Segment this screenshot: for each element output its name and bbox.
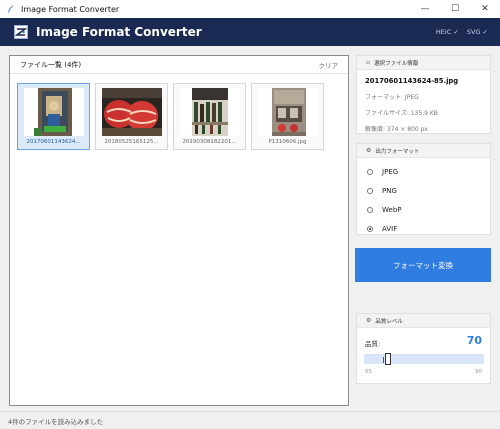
selected-file-info-title: 選択ファイル情報 — [374, 60, 419, 67]
output-format-card: ⚙ 出力フォーマット JPEG PNG WebP AVIF — [356, 143, 491, 235]
quality-title: 品質レベル — [375, 318, 403, 325]
app-header: Image Format Converter HEIC ✓ SVG ✓ — [0, 18, 500, 46]
format-tag-svg: SVG ✓ — [466, 28, 488, 36]
file-thumbnail[interactable]: 20190308182201... — [173, 83, 246, 150]
quality-slider[interactable] — [364, 353, 484, 365]
minimize-button[interactable]: — — [410, 0, 440, 18]
quality-slider-tick — [383, 357, 384, 363]
main-area: ファイル一覧 (4件) クリア 20170601143624... 201805… — [0, 46, 500, 411]
window-controls: — ☐ ✕ — [410, 0, 500, 18]
file-thumbnail[interactable]: 20180525165125... — [95, 83, 168, 150]
radio-button[interactable] — [367, 168, 373, 175]
convert-format-button[interactable]: フォーマット変換 — [355, 248, 491, 282]
thumbnail-image — [180, 88, 240, 136]
status-text: 4件のファイルを読み込みました — [8, 417, 104, 426]
thumbnail-image — [258, 88, 318, 136]
file-thumbnail[interactable]: 20170601143624... — [17, 83, 90, 150]
radio-button-selected[interactable] — [367, 225, 373, 232]
output-format-title: 出力フォーマット — [375, 148, 420, 155]
app-title: Image Format Converter — [36, 25, 202, 39]
selected-file-info-header: ▫ 選択ファイル情報 — [357, 56, 490, 70]
settings-icon: ⚙ — [366, 147, 372, 154]
selected-file-info-card: ▫ 選択ファイル情報 20170601143624-85.jpg フォーマット:… — [356, 55, 491, 134]
file-list-title: ファイル一覧 (4件) — [20, 60, 82, 69]
selected-file-format: フォーマット: JPEG — [365, 94, 419, 101]
window-titlebar: Image Format Converter — ☐ ✕ — [0, 0, 500, 18]
selected-filename: 20170601143624-85.jpg — [365, 77, 459, 85]
quality-label: 品質: — [365, 340, 381, 348]
thumbnail-image — [24, 88, 84, 136]
supported-formats: HEIC ✓ SVG ✓ — [436, 18, 488, 46]
selected-file-size: ファイルサイズ: 135.9 KB — [365, 110, 438, 117]
format-option-label: AVIF — [382, 224, 398, 233]
window-title: Image Format Converter — [21, 4, 120, 14]
thumbnail-filename: 20170601143624... — [26, 139, 81, 145]
format-option-jpeg[interactable]: JPEG — [367, 162, 490, 181]
format-option-label: JPEG — [382, 167, 399, 176]
quality-min: 65 — [365, 369, 372, 375]
quality-max: 90 — [475, 369, 482, 375]
thumbnail-grid: 20170601143624... 20180525165125... 2019… — [17, 83, 324, 150]
quality-card: ⚙ 品質レベル 品質: 70 65 90 — [356, 313, 491, 384]
thumbnail-image — [102, 88, 162, 136]
radio-button[interactable] — [367, 187, 373, 194]
clear-button[interactable]: クリア — [319, 60, 339, 70]
thumbnail-filename: P1310606.jpg — [268, 139, 307, 145]
radio-button[interactable] — [367, 206, 373, 213]
file-icon: ▫ — [366, 59, 371, 66]
app-logo-icon — [14, 25, 28, 39]
status-bar: 4件のファイルを読み込みました — [0, 411, 500, 429]
quality-slider-thumb[interactable] — [385, 353, 391, 365]
thumbnail-filename: 20190308182201... — [182, 139, 237, 145]
quality-value: 70 — [466, 334, 482, 347]
gear-icon: ⚙ — [366, 317, 372, 324]
file-list-panel: ファイル一覧 (4件) クリア 20170601143624... 201805… — [9, 55, 349, 406]
format-option-label: WebP — [382, 205, 402, 214]
format-tag-heic: HEIC ✓ — [435, 28, 459, 36]
format-option-png[interactable]: PNG — [367, 181, 490, 200]
file-thumbnail[interactable]: P1310606.jpg — [251, 83, 324, 150]
output-format-header: ⚙ 出力フォーマット — [357, 144, 490, 158]
format-radio-group: JPEG PNG WebP AVIF — [357, 158, 490, 238]
quality-header: ⚙ 品質レベル — [357, 314, 490, 328]
format-option-webp[interactable]: WebP — [367, 200, 490, 219]
selected-file-resolution: 解像度: 374 × 800 px — [365, 126, 428, 133]
format-option-label: PNG — [382, 186, 397, 195]
maximize-button[interactable]: ☐ — [440, 0, 470, 18]
close-button[interactable]: ✕ — [470, 0, 500, 18]
format-option-avif[interactable]: AVIF — [367, 219, 490, 238]
file-list-header: ファイル一覧 (4件) クリア — [10, 56, 348, 74]
thumbnail-filename: 20180525165125... — [104, 139, 159, 145]
feather-icon — [8, 5, 15, 13]
